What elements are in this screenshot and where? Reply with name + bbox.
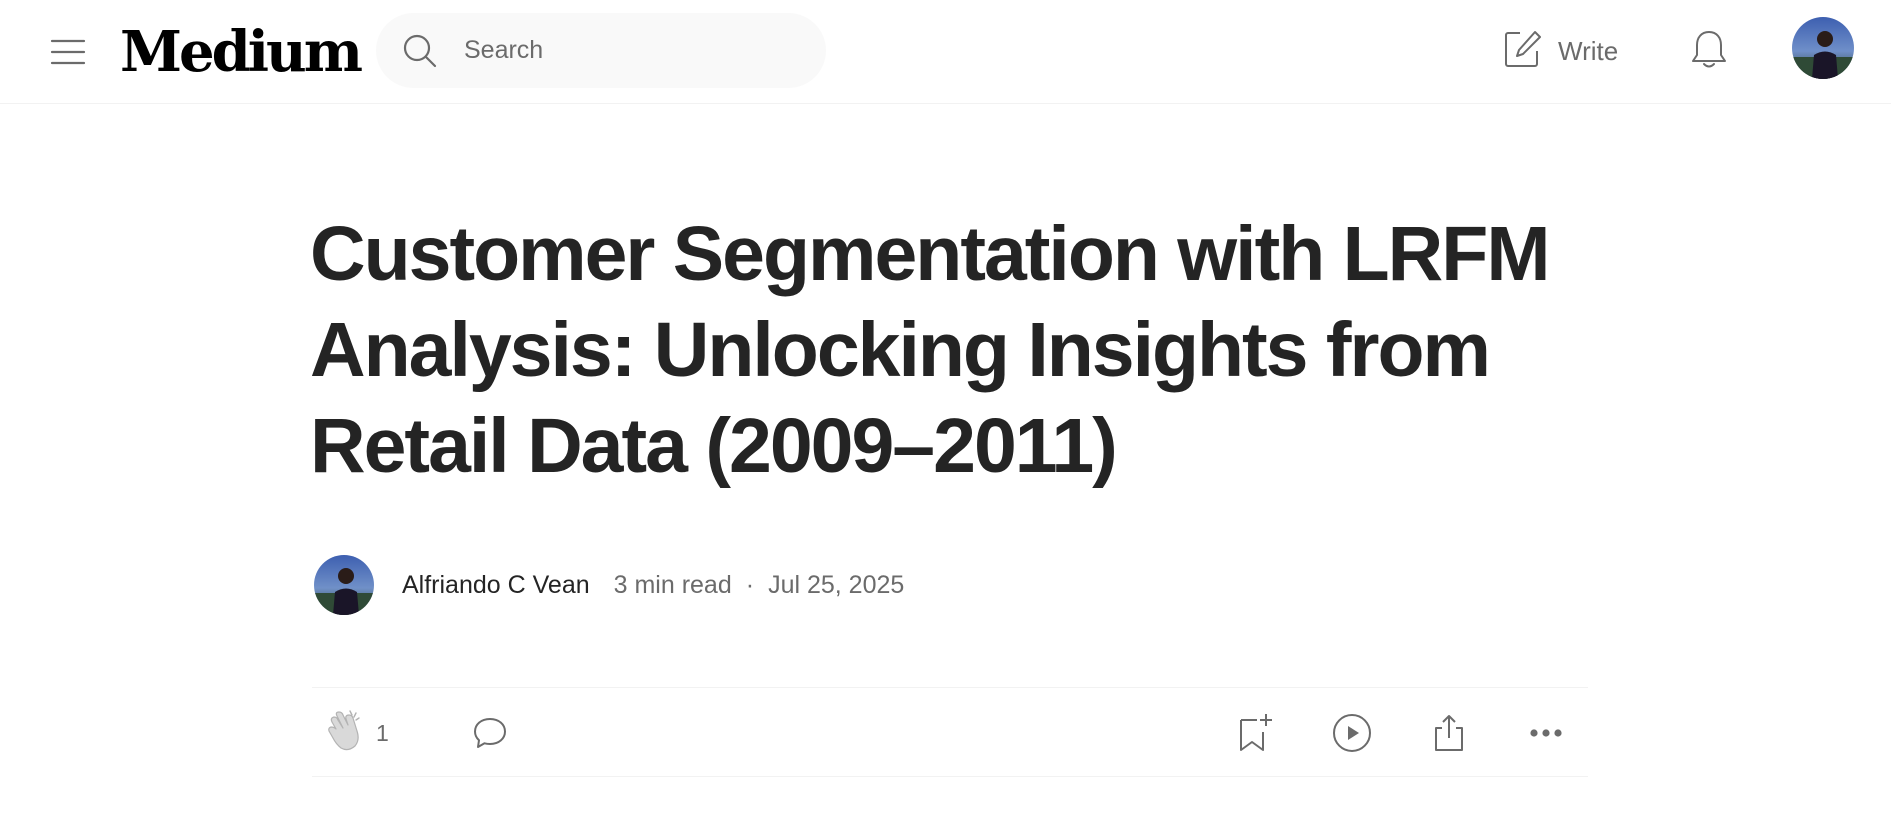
hamburger-menu-icon[interactable] [46, 32, 90, 72]
write-button[interactable]: Write [1504, 28, 1618, 74]
search-input[interactable] [462, 35, 802, 66]
play-icon[interactable] [1329, 710, 1375, 756]
clap-icon [326, 709, 366, 758]
top-navigation-bar: Medium Write [0, 0, 1891, 104]
search-icon [402, 33, 438, 69]
medium-logo[interactable]: Medium [120, 18, 363, 86]
share-icon[interactable] [1426, 710, 1472, 756]
article-action-bar: 1 [312, 687, 1588, 777]
write-label: Write [1558, 35, 1619, 66]
bell-icon[interactable] [1686, 24, 1732, 74]
search-bar[interactable] [376, 13, 826, 88]
clap-button[interactable]: 1 [326, 708, 389, 758]
publish-date: Jul 25, 2025 [768, 570, 905, 599]
article-byline: Alfriando C Vean 3 min read · Jul 25, 20… [314, 554, 904, 616]
write-icon [1504, 30, 1542, 73]
author-avatar[interactable] [314, 555, 374, 615]
bookmark-add-icon[interactable] [1232, 710, 1278, 756]
author-name[interactable]: Alfriando C Vean [402, 571, 590, 600]
article-title: Customer Segmentation with LRFM Analysis… [310, 211, 1550, 489]
clap-count: 1 [376, 719, 389, 746]
comment-icon[interactable] [468, 711, 512, 755]
byline-separator: · [745, 570, 755, 599]
user-avatar[interactable] [1792, 17, 1854, 79]
more-icon[interactable] [1523, 710, 1569, 756]
read-time: 3 min read [613, 570, 732, 599]
